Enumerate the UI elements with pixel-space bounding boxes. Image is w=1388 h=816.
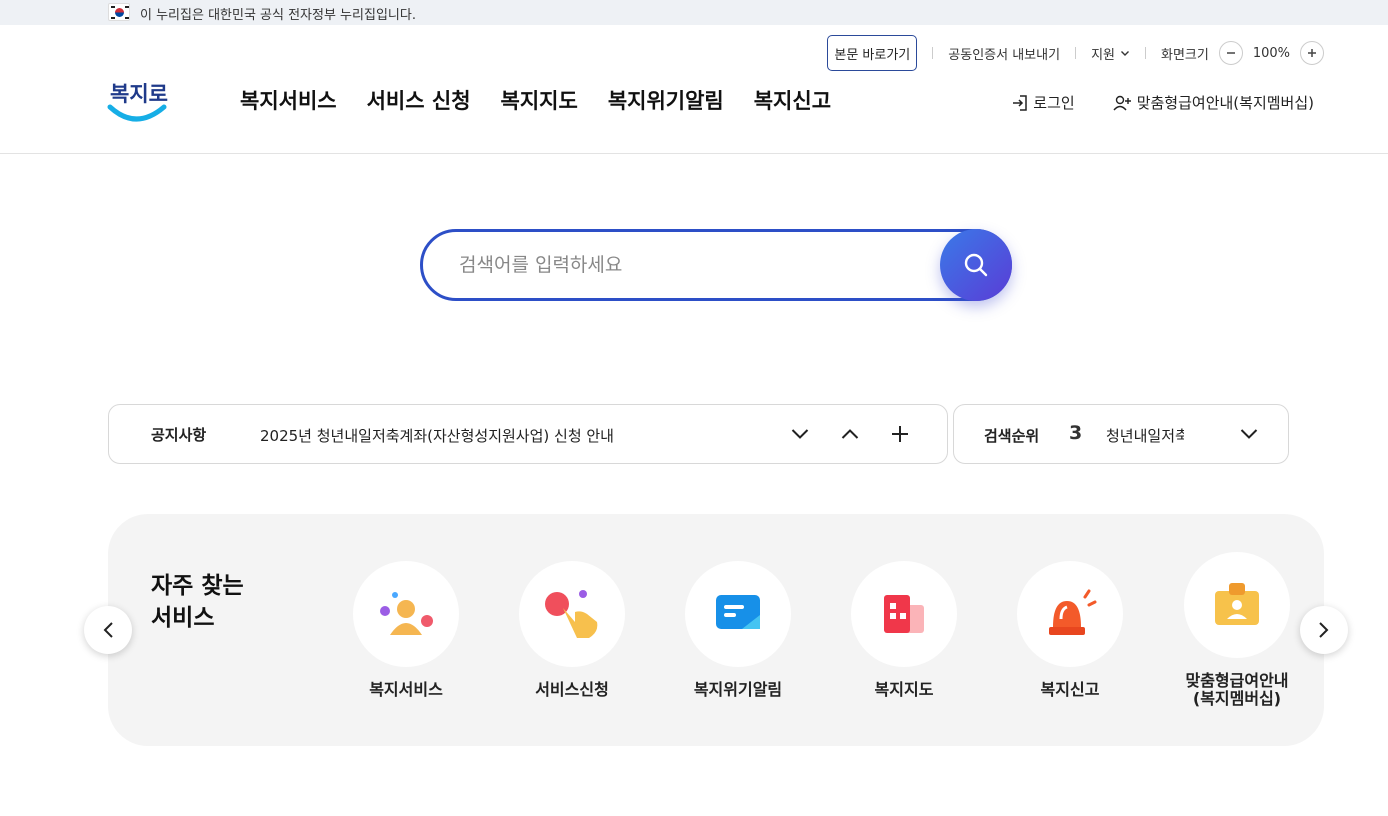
minus-icon [1226,52,1235,54]
search-input[interactable] [459,232,929,298]
divider [1144,47,1146,59]
search-rank-bar: 검색순위 3 청년내일저축계좌 [953,404,1289,464]
support-label: 지원 [1091,47,1115,63]
plus-icon [892,426,908,442]
user-plus-icon [1113,95,1131,110]
search-icon [964,253,988,277]
search-rank-number: 3 [1069,422,1083,444]
building-icon [884,595,924,633]
chevron-down-icon [791,429,809,439]
cert-export-link[interactable]: 공동인증서 내보내기 [948,44,1060,63]
support-menu[interactable]: 지원 [1091,44,1130,63]
korea-flag-icon [108,3,130,21]
account-area: 로그인 맞춤형급여안내(복지멤버십) [1011,92,1314,113]
nav-service-apply[interactable]: 서비스 신청 [367,85,471,115]
chevron-left-icon [103,622,113,638]
gov-banner-text: 이 누리집은 대한민국 공식 전자정부 누리집입니다. [140,8,416,23]
logo-text: 복지로 [110,82,168,106]
skip-to-content-link[interactable]: 본문 바로가기 [827,35,918,71]
notice-more-button[interactable] [887,421,913,447]
chevron-down-icon [1240,429,1258,439]
utility-bar: 본문 바로가기 공동인증서 내보내기 지원 화면크기 100% [827,35,1324,71]
search-rank-label: 검색순위 [984,427,1040,445]
nav-welfare-map[interactable]: 복지지도 [501,85,578,115]
plus-icon [1308,49,1316,57]
nav-welfare-services[interactable]: 복지서비스 [240,85,337,115]
service-label: 복지지도 [874,680,934,699]
nav-welfare-report[interactable]: 복지신고 [754,85,831,115]
chevron-down-icon [1120,51,1129,56]
gov-banner: 이 누리집은 대한민국 공식 전자정부 누리집입니다. [0,0,1388,25]
search-rank-keyword[interactable]: 청년내일저축계좌 [1106,425,1184,446]
membership-link[interactable]: 맞춤형급여안내(복지멤버십) [1113,92,1314,113]
id-badge-icon [1215,583,1259,625]
message-icon [716,595,760,629]
service-label: 복지위기알림 [693,680,783,699]
login-icon [1013,94,1028,111]
notice-message-link[interactable]: 2025년 청년내일저축계좌(자산형성지원사업) 신청 안내 [260,425,614,446]
divider [932,47,934,59]
main-nav: 복지서비스 서비스 신청 복지지도 복지위기알림 복지신고 [240,85,831,115]
screen-size-label: 화면크기 [1160,47,1209,63]
membership-label: 맞춤형급여안내(복지멤버십) [1136,94,1314,112]
service-apply[interactable]: 서비스신청 [497,561,647,699]
carousel-prev-button[interactable] [84,606,132,654]
service-welfare-report[interactable]: 복지신고 [995,561,1145,699]
login-label: 로그인 [1033,94,1075,112]
zoom-out-button[interactable] [1218,41,1243,65]
zoom-level: 100% [1252,45,1290,61]
logo-icon: 복지로 [107,82,168,122]
bokjiro-logo[interactable]: 복지로 [106,71,168,127]
site-header: 본문 바로가기 공동인증서 내보내기 지원 화면크기 100% 복지로 복지서비… [0,25,1388,154]
search-box [420,229,1012,301]
nav-crisis-alert[interactable]: 복지위기알림 [608,85,724,115]
service-label: 서비스신청 [535,680,609,699]
chevron-up-icon [841,429,859,439]
service-welfare[interactable]: 복지서비스 [331,561,481,699]
service-label: 복지서비스 [369,680,443,699]
person-icon [380,592,433,635]
notice-next-button[interactable] [787,421,813,447]
divider [1075,47,1077,59]
service-welfare-map[interactable]: 복지지도 [829,561,979,699]
hand-tap-icon [545,590,598,638]
frequent-services-title: 자주 찾는 서비스 [151,573,244,631]
siren-icon [1049,589,1097,635]
carousel-next-button[interactable] [1300,606,1348,654]
service-label: 복지신고 [1040,680,1100,699]
frequent-services-panel: 자주 찾는 서비스 복지서비스 서비스신청 복지위기알림 복지지도 복지신고 맞… [108,514,1324,746]
notice-bar: 공지사항 2025년 청년내일저축계좌(자산형성지원사업) 신청 안내 [108,404,948,464]
login-link[interactable]: 로그인 [1011,92,1075,113]
search-rank-expand-button[interactable] [1236,421,1262,447]
search-button[interactable] [940,229,1012,301]
zoom-in-button[interactable] [1300,41,1324,65]
service-crisis-alert[interactable]: 복지위기알림 [663,561,813,699]
notice-prev-button[interactable] [837,421,863,447]
service-membership[interactable]: 맞춤형급여안내 (복지멤버십) [1162,552,1312,708]
notice-label: 공지사항 [151,426,207,444]
service-label: 맞춤형급여안내 (복지멤버십) [1185,671,1289,708]
chevron-right-icon [1319,622,1329,638]
